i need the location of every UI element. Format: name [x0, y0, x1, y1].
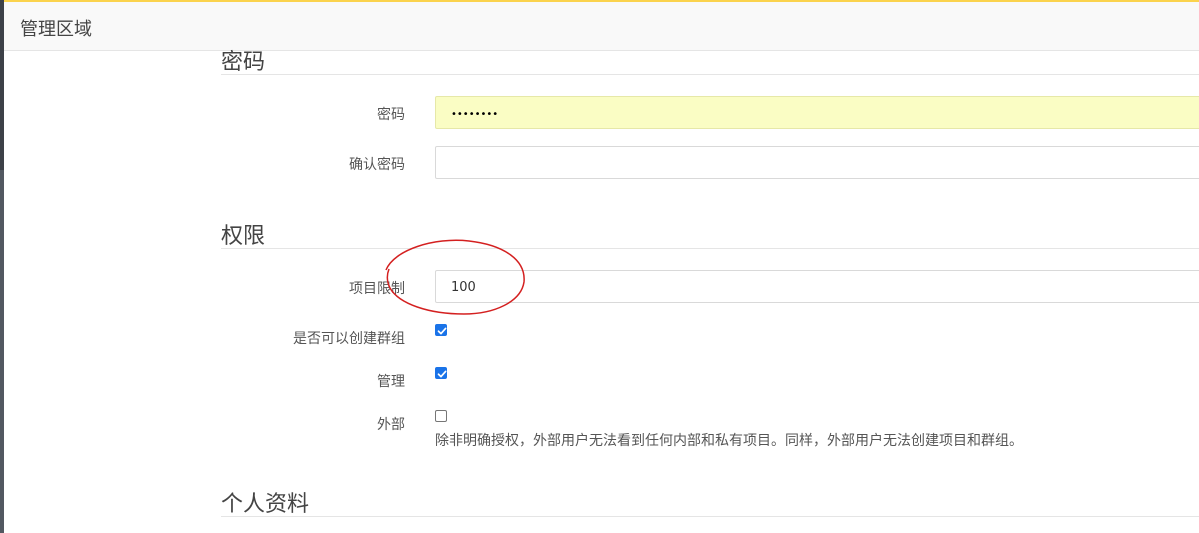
section-divider-password	[221, 74, 1199, 75]
section-title-password: 密码	[221, 50, 266, 75]
confirm-password-input[interactable]	[435, 146, 1199, 179]
section-title-profile: 个人资料	[221, 492, 310, 517]
admin-checkbox[interactable]	[435, 367, 447, 379]
project-limit-input[interactable]: 100	[435, 270, 1199, 303]
section-divider-permissions	[221, 248, 1199, 249]
admin-label: 管理	[377, 374, 405, 390]
check-icon	[437, 370, 447, 378]
password-input[interactable]: ••••••••	[435, 96, 1199, 129]
password-value: ••••••••	[451, 109, 499, 120]
sidebar-edge-lower	[0, 170, 4, 533]
section-title-permissions: 权限	[221, 224, 266, 249]
project-limit-label: 项目限制	[349, 281, 405, 297]
external-help-text: 除非明确授权，外部用户无法看到任何内部和私有项目。同样，外部用户无法创建项目和群…	[435, 433, 1023, 449]
page-title: 管理区域	[20, 19, 92, 40]
password-label: 密码	[377, 107, 405, 123]
header-bar: 管理区域	[4, 2, 1199, 51]
admin-user-edit-page: 管理区域 密码 密码 •••••••• 确认密码 权限 项目限制 100 是否可…	[0, 0, 1199, 533]
sidebar-edge	[0, 0, 4, 533]
check-icon	[437, 327, 447, 335]
external-checkbox[interactable]	[435, 410, 447, 422]
confirm-password-label: 确认密码	[349, 157, 405, 173]
can-create-group-checkbox[interactable]	[435, 324, 447, 336]
external-label: 外部	[377, 417, 405, 433]
project-limit-value: 100	[451, 280, 476, 295]
section-divider-profile	[221, 516, 1199, 517]
can-create-group-label: 是否可以创建群组	[293, 331, 405, 347]
